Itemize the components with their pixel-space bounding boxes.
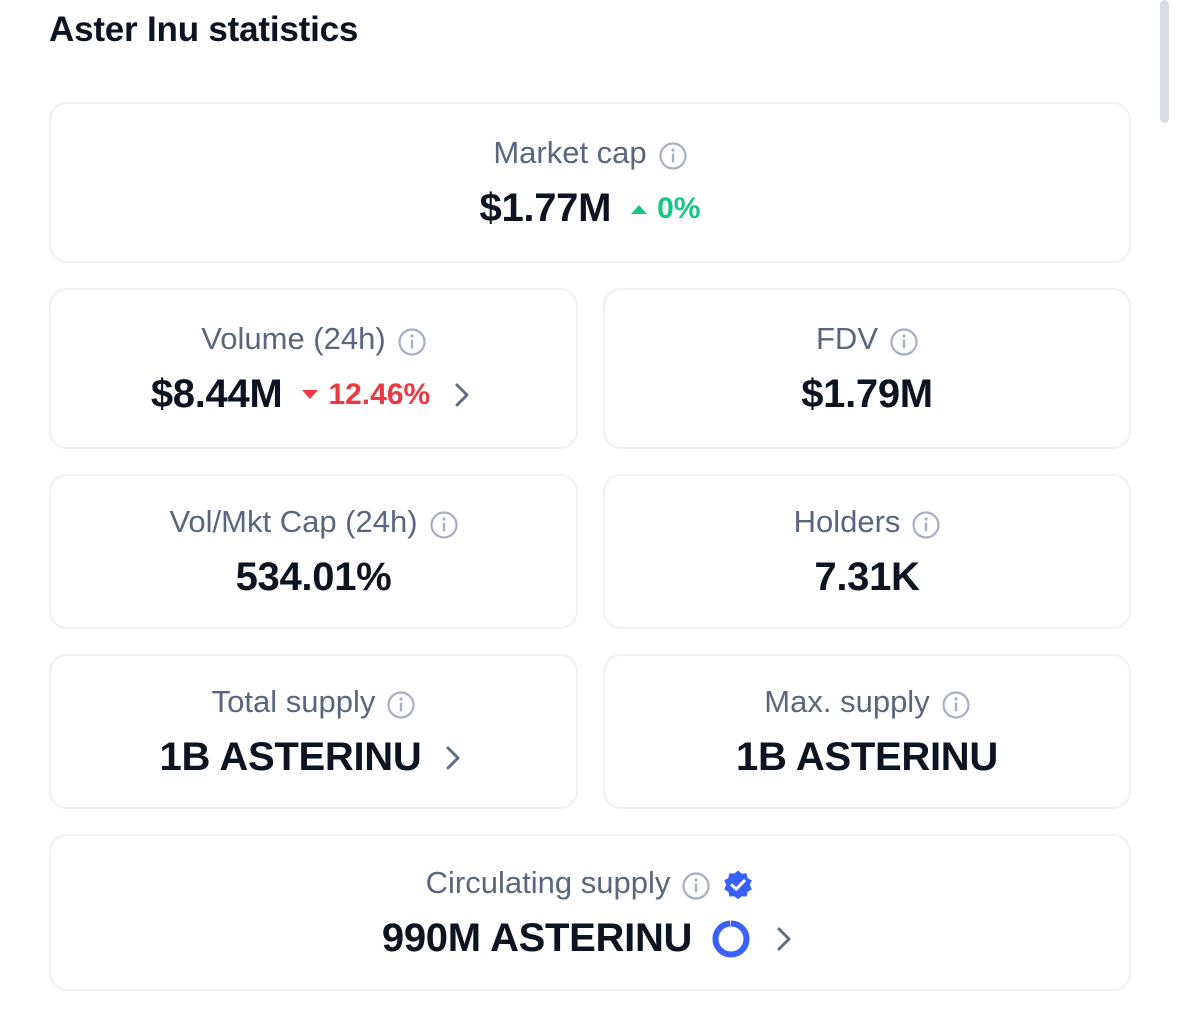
holders-label: Holders [793,503,901,539]
circulating-supply-label: Circulating supply [425,864,671,900]
vol-mkt-cap-value: 534.01% [235,555,392,599]
scrollbar[interactable] [1160,0,1169,123]
market-cap-change: 0% [629,192,700,226]
market-cap-card: Market cap $1.77M 0% [49,102,1131,263]
holders-card: Holders 7.31K [603,474,1131,629]
vol-mkt-cap-label: Vol/Mkt Cap (24h) [169,503,418,539]
vol-mkt-cap-card: Vol/Mkt Cap (24h) 534.01% [49,474,578,629]
info-icon[interactable] [890,327,918,356]
volume-value: $8.44M [150,372,283,416]
verified-badge-icon[interactable] [722,869,754,901]
volume-label: Volume (24h) [201,320,386,356]
market-cap-value: $1.77M [479,186,612,230]
market-cap-change-value: 0% [657,191,701,225]
chevron-right-icon[interactable] [439,738,467,778]
fdv-value: $1.79M [801,372,933,416]
max-supply-label: Max. supply [764,683,930,719]
info-icon[interactable] [912,510,941,539]
fdv-label: FDV [816,320,878,356]
page-title: Aster Inu statistics [49,10,359,49]
info-icon[interactable] [942,690,970,719]
volume-change: 12.46% [300,378,430,412]
info-icon[interactable] [387,690,415,719]
info-icon[interactable] [659,141,687,170]
chevron-right-icon[interactable] [448,375,476,415]
market-cap-label: Market cap [493,134,647,170]
fdv-card: FDV $1.79M [603,288,1131,449]
info-icon[interactable] [682,871,710,900]
info-icon[interactable] [429,510,458,539]
circulating-supply-value: 990M ASTERINU [381,916,693,960]
holders-value: 7.31K [814,555,920,599]
supply-progress-ring [710,918,752,960]
caret-down-icon [302,389,319,399]
total-supply-card[interactable]: Total supply 1B ASTERINU [49,654,578,809]
circulating-supply-card[interactable]: Circulating supply 990M ASTERINU [49,834,1131,991]
info-icon[interactable] [398,327,426,356]
caret-up-icon [631,204,648,214]
total-supply-label: Total supply [211,683,376,719]
total-supply-value: 1B ASTERINU [159,735,422,779]
max-supply-value: 1B ASTERINU [736,735,998,779]
chevron-right-icon[interactable] [770,919,798,959]
volume-card[interactable]: Volume (24h) $8.44M 12.46% [49,288,578,449]
max-supply-card: Max. supply 1B ASTERINU [603,654,1131,809]
volume-change-value: 12.46% [328,377,431,411]
